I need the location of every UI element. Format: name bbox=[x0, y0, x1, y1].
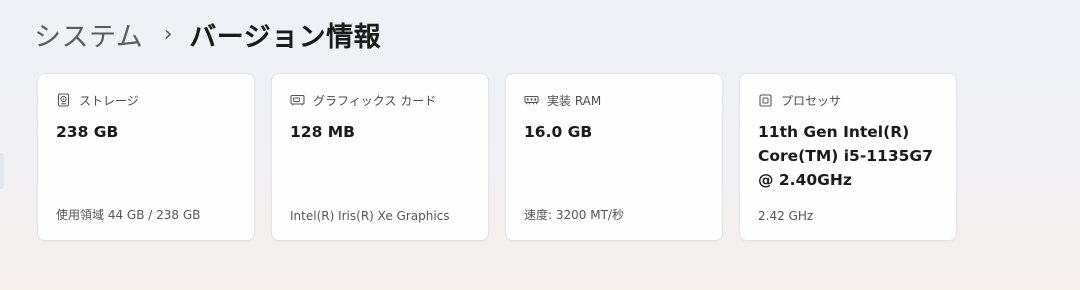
storage-value: 238 GB bbox=[56, 123, 119, 141]
storage-label: ストレージ bbox=[79, 93, 139, 108]
processor-card[interactable]: プロセッサ 11th Gen Intel(R) Core(TM) i5-1135… bbox=[739, 73, 957, 241]
installed-ram-card[interactable]: 実装 RAM 16.0 GB 速度: 3200 MT/秒 bbox=[505, 73, 723, 241]
graphics-adapter-name: Intel(R) Iris(R) Xe Graphics bbox=[290, 209, 450, 223]
processor-label: プロセッサ bbox=[781, 93, 842, 108]
storage-card[interactable]: ストレージ 238 GB 使用領域 44 GB / 238 GB bbox=[37, 73, 255, 241]
installed-ram-header: 実装 RAM bbox=[524, 91, 601, 109]
graphics-card-icon bbox=[290, 93, 305, 108]
installed-ram-label: 実装 RAM bbox=[547, 93, 602, 108]
graphics-card-label: グラフィックス カード bbox=[313, 93, 437, 108]
breadcrumb-system-link[interactable]: システム bbox=[34, 15, 143, 54]
storage-drive-icon bbox=[56, 93, 71, 108]
graphics-card-header: グラフィックス カード bbox=[290, 91, 436, 109]
graphics-card-card[interactable]: グラフィックス カード 128 MB Intel(R) Iris(R) Xe G… bbox=[271, 73, 489, 241]
installed-ram-value: 16.0 GB bbox=[524, 123, 593, 141]
page-title: バージョン情報 bbox=[189, 21, 382, 53]
processor-chip-icon bbox=[758, 93, 773, 108]
storage-usage-detail: 使用領域 44 GB / 238 GB bbox=[56, 208, 201, 222]
processor-name-value: 11th Gen Intel(R) Core(TM) i5-1135G7 @ 2… bbox=[758, 123, 933, 189]
memory-ram-icon bbox=[524, 93, 539, 108]
breadcrumb-separator-icon: › bbox=[163, 21, 173, 47]
navigation-pane-edge[interactable] bbox=[0, 153, 4, 189]
ram-speed-detail: 速度: 3200 MT/秒 bbox=[524, 208, 624, 222]
storage-card-header: ストレージ bbox=[56, 91, 139, 109]
processor-speed-detail: 2.42 GHz bbox=[758, 209, 814, 223]
processor-header: プロセッサ bbox=[758, 91, 841, 109]
graphics-memory-value: 128 MB bbox=[290, 123, 355, 141]
breadcrumb: システム › バージョン情報 bbox=[34, 12, 381, 56]
